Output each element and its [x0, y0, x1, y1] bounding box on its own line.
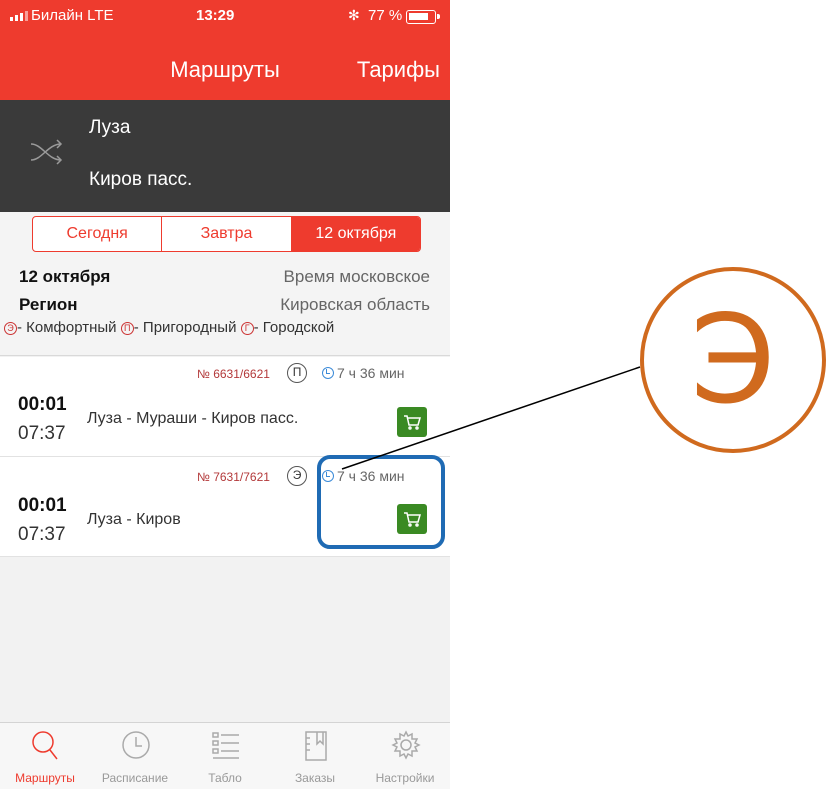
callout-letter: Э — [690, 289, 776, 431]
